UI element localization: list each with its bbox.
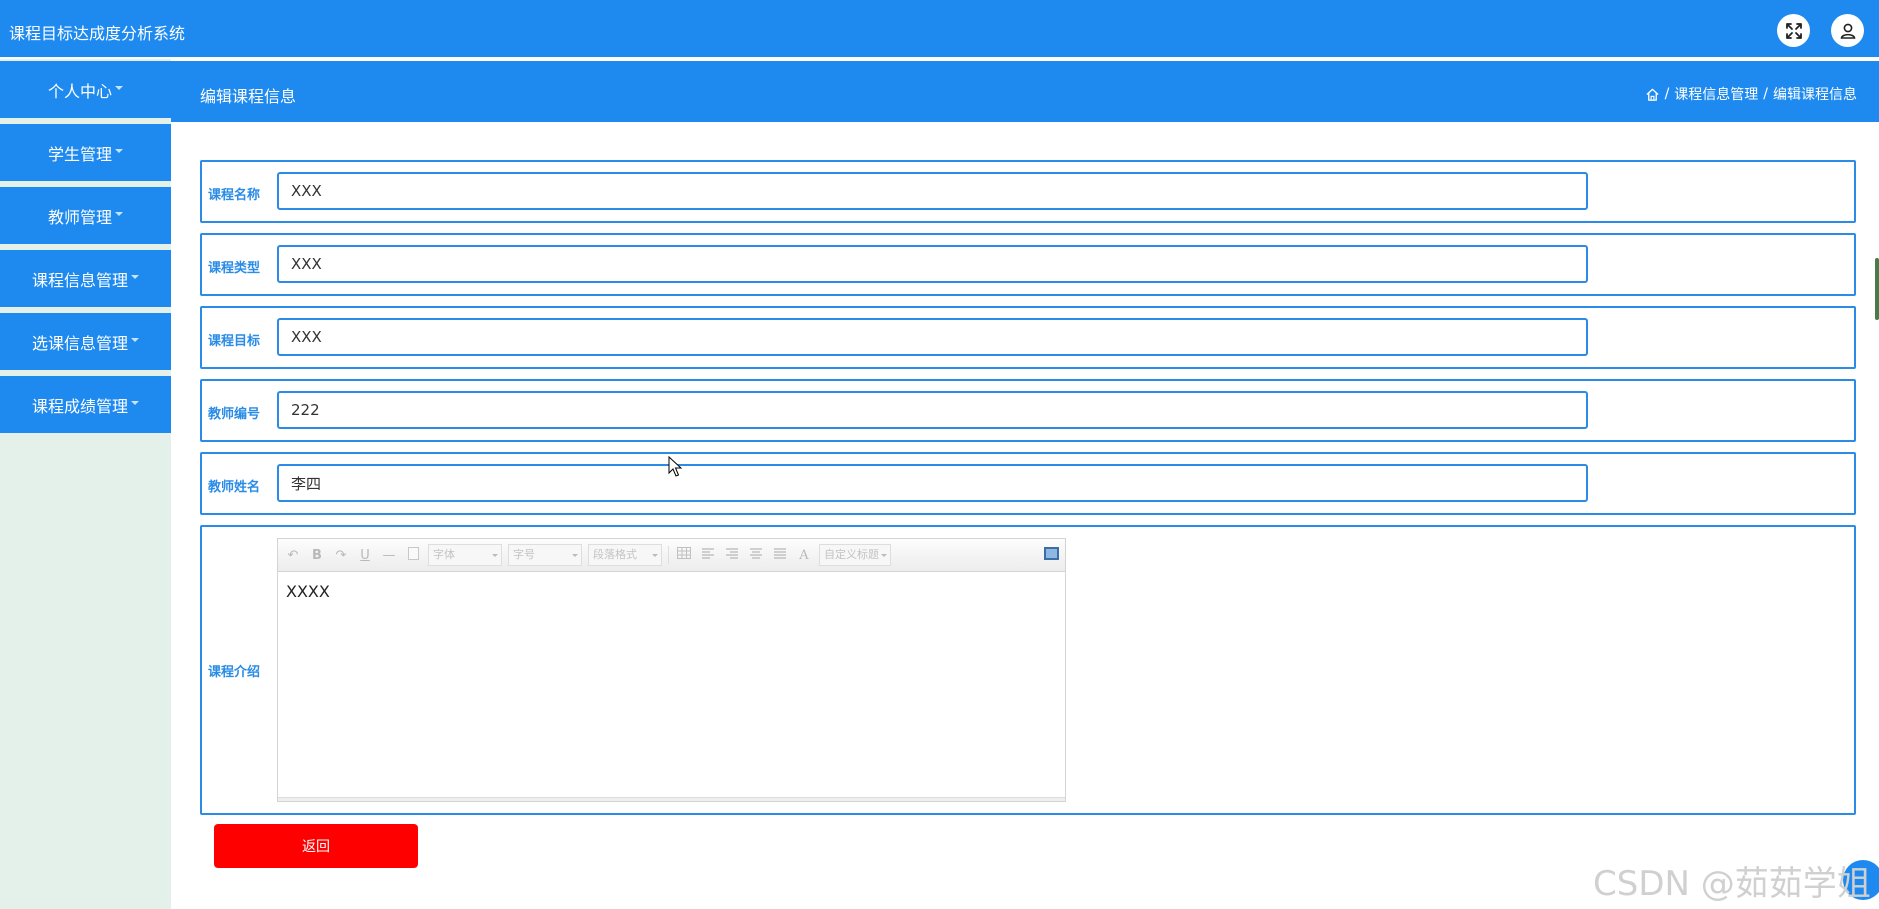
teacher-name-label: 教师姓名 bbox=[208, 480, 261, 495]
editor-content[interactable]: XXXX bbox=[278, 572, 1065, 611]
align-center-icon[interactable] bbox=[747, 547, 765, 563]
sidebar-item-teacher-management[interactable]: 教师管理 bbox=[0, 187, 171, 247]
sidebar-item-student-management[interactable]: 学生管理 bbox=[0, 124, 171, 184]
bold-icon[interactable]: B bbox=[308, 548, 326, 563]
sidebar-item-label: 教师管理 bbox=[47, 207, 112, 227]
fullscreen-icon[interactable] bbox=[1044, 547, 1059, 560]
table-icon[interactable] bbox=[675, 547, 693, 563]
user-icon-glyph bbox=[1840, 23, 1855, 39]
sidebar-item-label: 选课信息管理 bbox=[31, 333, 128, 353]
course-name-label: 课程名称 bbox=[208, 188, 261, 203]
paragraph-format-select[interactable]: 段落格式 bbox=[588, 544, 662, 566]
align-center-icon-glyph bbox=[750, 548, 762, 559]
align-left-icon-glyph bbox=[702, 548, 714, 559]
sidebar-item-course-info-management[interactable]: 课程信息管理 bbox=[0, 250, 171, 310]
app-title: 课程目标达成度分析系统 bbox=[9, 24, 186, 43]
align-justify-icon[interactable] bbox=[771, 547, 789, 563]
course-goal-label: 课程目标 bbox=[208, 334, 261, 349]
breadcrumb: / 课程信息管理 / 编辑课程信息 bbox=[1645, 84, 1857, 104]
caret-down-icon bbox=[131, 274, 139, 279]
sidebar-item-course-score-management[interactable]: 课程成绩管理 bbox=[0, 376, 171, 436]
breadcrumb-separator: / bbox=[1664, 86, 1670, 102]
caret-down-icon bbox=[115, 211, 123, 216]
teacher-id-label: 教师编号 bbox=[208, 407, 261, 422]
horizontal-rule-icon[interactable]: — bbox=[380, 548, 398, 563]
scrollbar-handle[interactable] bbox=[1875, 258, 1879, 320]
watermark: CSDN @茹茹学姐 bbox=[1593, 864, 1871, 904]
form-row-course-name: 课程名称 bbox=[200, 160, 1856, 223]
toolbar-divider bbox=[668, 546, 669, 564]
breadcrumb-separator: / bbox=[1763, 86, 1768, 102]
font-color-icon[interactable]: A bbox=[795, 548, 813, 563]
course-intro-label: 课程介绍 bbox=[208, 665, 261, 680]
expand-icon-glyph bbox=[1785, 22, 1802, 39]
table-icon-glyph bbox=[677, 547, 691, 559]
align-left-icon[interactable] bbox=[699, 547, 717, 563]
sidebar-item-label: 个人中心 bbox=[47, 81, 112, 101]
sidebar-item-label: 课程信息管理 bbox=[31, 270, 128, 290]
caret-down-icon bbox=[131, 337, 139, 342]
page-header: 编辑课程信息 / 课程信息管理 / 编辑课程信息 bbox=[171, 61, 1879, 122]
font-family-select[interactable]: 字体 bbox=[428, 544, 502, 566]
page-title: 编辑课程信息 bbox=[200, 87, 297, 106]
sidebar-item-course-selection-management[interactable]: 选课信息管理 bbox=[0, 313, 171, 373]
underline-icon[interactable]: U bbox=[356, 548, 374, 563]
sidebar-item-label: 课程成绩管理 bbox=[31, 396, 128, 416]
course-type-input[interactable] bbox=[277, 245, 1588, 283]
course-name-input[interactable] bbox=[277, 172, 1588, 210]
form-row-course-goal: 课程目标 bbox=[200, 306, 1856, 369]
teacher-name-input[interactable] bbox=[277, 464, 1588, 502]
caret-down-icon bbox=[131, 400, 139, 405]
form-row-course-type: 课程类型 bbox=[200, 233, 1856, 296]
caret-down-icon bbox=[115, 85, 123, 90]
teacher-id-input[interactable] bbox=[277, 391, 1588, 429]
editor-footer bbox=[278, 797, 1065, 801]
user-icon[interactable] bbox=[1831, 14, 1864, 47]
mouse-cursor-icon bbox=[668, 456, 682, 477]
undo-icon[interactable]: ↶ bbox=[284, 548, 302, 563]
font-size-select[interactable]: 字号 bbox=[508, 544, 582, 566]
document-icon[interactable] bbox=[404, 546, 422, 564]
redo-icon[interactable]: ↷ bbox=[332, 548, 350, 563]
custom-title-select[interactable]: 自定义标题 bbox=[819, 544, 891, 566]
expand-icon[interactable] bbox=[1777, 14, 1810, 47]
editor-toolbar: ↶ B ↷ U — 字体 字号 段落格式 A 自定义标题 bbox=[278, 539, 1065, 572]
form-row-teacher-name: 教师姓名 bbox=[200, 452, 1856, 515]
breadcrumb-course-info-management[interactable]: 课程信息管理 bbox=[1674, 84, 1758, 104]
course-type-label: 课程类型 bbox=[208, 261, 261, 276]
top-bar: 课程目标达成度分析系统 bbox=[0, 0, 1879, 59]
align-right-icon[interactable] bbox=[723, 547, 741, 563]
document-icon-glyph bbox=[407, 546, 419, 560]
course-goal-input[interactable] bbox=[277, 318, 1588, 356]
back-button[interactable]: 返回 bbox=[214, 824, 418, 868]
sidebar-item-label: 学生管理 bbox=[47, 144, 112, 164]
breadcrumb-edit-course-info: 编辑课程信息 bbox=[1773, 87, 1857, 103]
sidebar-item-personal-center[interactable]: 个人中心 bbox=[0, 61, 171, 121]
rich-text-editor[interactable]: ↶ B ↷ U — 字体 字号 段落格式 A 自定义标题 XXXX bbox=[277, 538, 1066, 802]
home-icon[interactable] bbox=[1645, 87, 1660, 102]
form-row-course-intro: 课程介绍 ↶ B ↷ U — 字体 字号 段落格式 A 自定义标题 XXXX bbox=[200, 525, 1856, 815]
sidebar: 个人中心 学生管理 教师管理 课程信息管理 选课信息管理 课程成绩管理 bbox=[0, 59, 171, 909]
caret-down-icon bbox=[115, 148, 123, 153]
align-justify-icon-glyph bbox=[774, 548, 786, 559]
form-row-teacher-id: 教师编号 bbox=[200, 379, 1856, 442]
align-right-icon-glyph bbox=[726, 548, 738, 559]
